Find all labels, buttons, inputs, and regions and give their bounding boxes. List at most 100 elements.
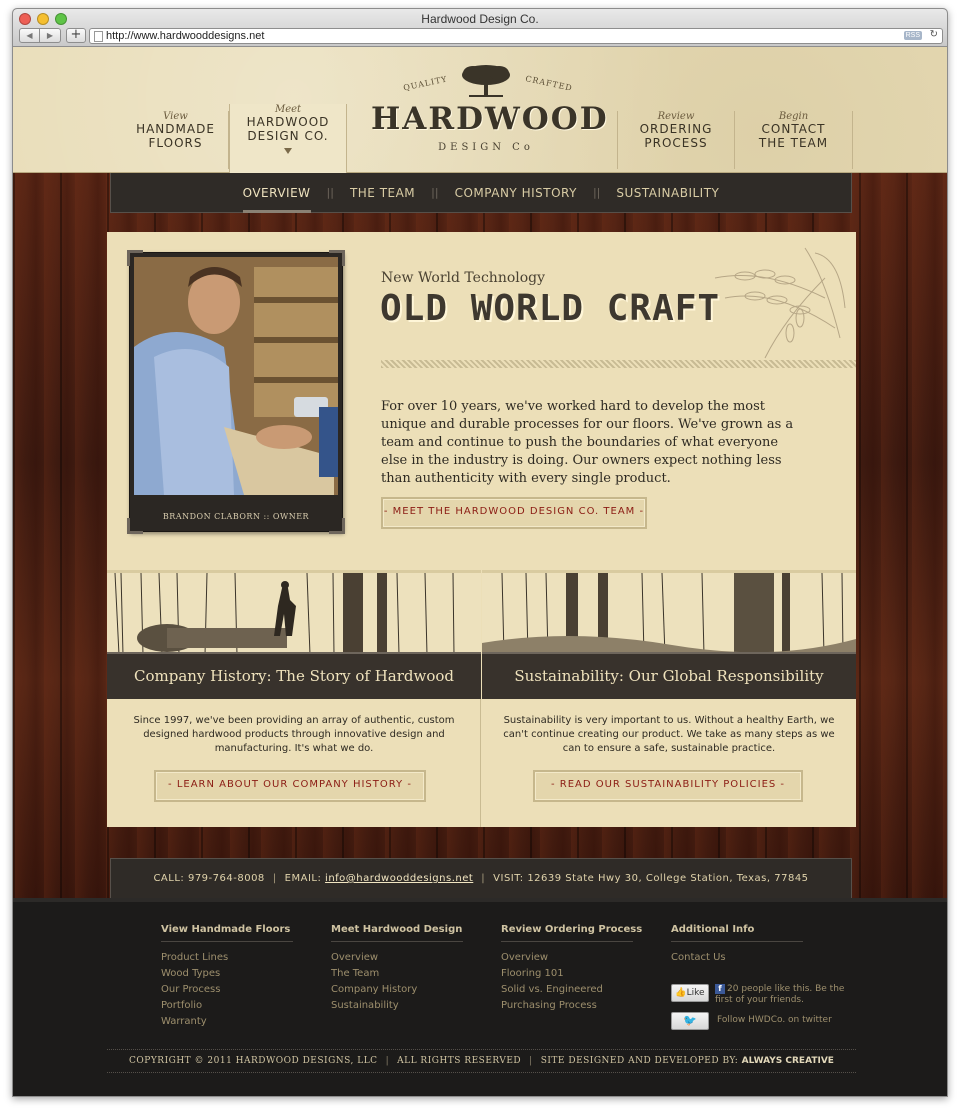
footer-link-warranty[interactable]: Warranty — [161, 1014, 293, 1030]
frame-corner — [329, 518, 345, 534]
designer-link[interactable]: ALWAYS CREATIVE — [742, 1056, 834, 1066]
site-footer: View Handmade Floors Product Lines Wood … — [13, 898, 947, 1096]
subnav-overview[interactable]: OVERVIEW — [233, 173, 321, 213]
nav-label-line2: THE TEAM — [758, 136, 829, 150]
window-title: Hardwood Design Co. — [421, 12, 539, 26]
decorative-stripe — [381, 360, 856, 368]
frame-corner — [127, 518, 143, 534]
add-bookmark-button[interactable]: + — [66, 28, 86, 43]
nav-small-label: View — [163, 111, 188, 122]
subnav-company-history[interactable]: COMPANY HISTORY — [445, 173, 587, 213]
owner-photo — [134, 257, 338, 495]
footer-link-flooring-101[interactable]: Flooring 101 — [501, 966, 633, 982]
contact-separator: | — [272, 873, 277, 884]
subnav-sustainability[interactable]: SUSTAINABILITY — [606, 173, 729, 213]
frame-corner — [127, 250, 143, 266]
nav-begin-contact-team[interactable]: Begin CONTACT THE TEAM — [735, 111, 853, 169]
nav-label-line2: DESIGN CO. — [247, 129, 329, 143]
company-history-column: Company History: The Story of Hardwood S… — [107, 570, 481, 827]
facebook-like-text: f 20 people like this. Be the first of yo… — [715, 984, 855, 1006]
footer-heading: View Handmade Floors — [161, 924, 293, 942]
copyright-separator: | — [529, 1056, 533, 1066]
footer-column-additional: Additional Info Contact Us — [671, 924, 803, 966]
footer-link-portfolio[interactable]: Portfolio — [161, 998, 293, 1014]
contact-separator: | — [481, 873, 486, 884]
hero-headline: OLD WORLD CRAFT — [380, 288, 721, 329]
website: View HANDMADE FLOORS Meet HARDWOOD DESIG… — [13, 47, 947, 1096]
photo-caption: BRANDON CLABORN :: OWNER — [162, 512, 310, 521]
rights-text: ALL RIGHTS RESERVED — [397, 1056, 522, 1066]
company-history-text: Since 1997, we've been providing an arra… — [133, 715, 455, 754]
footer-link-company-history[interactable]: Company History — [331, 982, 463, 998]
nav-review-ordering-process[interactable]: Review ORDERING PROCESS — [617, 111, 735, 169]
forward-button[interactable]: ▶ — [40, 28, 61, 43]
copyright-separator: | — [385, 1056, 390, 1066]
url-text[interactable]: http://www.hardwooddesigns.net — [106, 30, 264, 42]
footer-link-sustainability[interactable]: Sustainability — [331, 998, 463, 1014]
forest-engraving-image — [482, 570, 856, 652]
nav-label-line2: PROCESS — [644, 136, 708, 150]
like-label: Like — [686, 988, 705, 998]
wheat-illustration-icon — [714, 247, 846, 359]
footer-column-ordering: Review Ordering Process Overview Floorin… — [501, 924, 642, 1014]
footer-heading: Meet Hardwood Design — [331, 924, 463, 942]
footer-heading: Review Ordering Process — [501, 924, 642, 942]
footer-column-meet: Meet Hardwood Design Overview The Team C… — [331, 924, 463, 1014]
contact-bar: CALL: 979-764-8008 | EMAIL: info@hardwoodd… — [110, 858, 852, 898]
footer-link-overview[interactable]: Overview — [501, 950, 633, 966]
sub-navigation: OVERVIEW || THE TEAM || COMPANY HISTORY … — [110, 173, 852, 213]
contact-email-link[interactable]: info@hardwooddesigns.net — [325, 873, 473, 884]
twitter-follow-text[interactable]: Follow HWDCo. on twitter — [717, 1015, 832, 1025]
facebook-icon: f — [715, 984, 725, 994]
nav-small-label: Meet — [274, 104, 302, 115]
footer-link-solid-vs-engineered[interactable]: Solid vs. Engineered — [501, 982, 633, 998]
footer-link-our-process[interactable]: Our Process — [161, 982, 293, 998]
company-history-button[interactable]: - LEARN ABOUT OUR COMPANY HISTORY - — [154, 770, 426, 802]
nav-label-line2: FLOORS — [148, 136, 203, 150]
owner-photo-frame: BRANDON CLABORN :: OWNER — [127, 250, 345, 534]
nav-meet-hardwood-design[interactable]: Meet HARDWOOD DESIGN CO. — [229, 104, 347, 173]
sustainability-button[interactable]: - READ OUR SUSTAINABILITY POLICIES - — [533, 770, 803, 802]
wood-background: OVERVIEW || THE TEAM || COMPANY HISTORY … — [13, 173, 947, 898]
frame-corner — [329, 250, 345, 266]
history-buttons: ◀ ▶ — [19, 28, 61, 43]
contact-email-label: EMAIL: — [284, 873, 322, 884]
reload-icon[interactable]: ↻ — [930, 29, 938, 40]
footer-link-wood-types[interactable]: Wood Types — [161, 966, 293, 982]
back-button[interactable]: ◀ — [19, 28, 40, 43]
facebook-like-button[interactable]: 👍Like — [671, 984, 709, 1002]
footer-column-floors: View Handmade Floors Product Lines Wood … — [161, 924, 293, 1030]
copyright-bar: COPYRIGHT © 2011 HARDWOOD DESIGNS, LLC | A… — [107, 1049, 856, 1073]
designed-by-text: SITE DESIGNED AND DEVELOPED BY: — [540, 1056, 739, 1066]
site-logo[interactable]: QUALITY CRAFTED HARDWOOD DESIGN Co — [371, 61, 609, 161]
nav-label-line1: HANDMADE — [136, 122, 215, 136]
nav-small-label: Review — [657, 111, 695, 122]
logo-brand-text: HARDWOOD — [371, 101, 609, 137]
subnav-separator: || — [431, 186, 439, 199]
sustainability-column: Sustainability: Our Global Responsibilit… — [482, 570, 856, 827]
browser-titlebar: Hardwood Design Co. ◀ ▶ + http://www.har… — [13, 9, 947, 47]
active-arrow-icon — [284, 148, 292, 154]
footer-link-overview[interactable]: Overview — [331, 950, 463, 966]
site-header: View HANDMADE FLOORS Meet HARDWOOD DESIG… — [13, 47, 947, 173]
nav-label-line1: CONTACT — [761, 122, 826, 136]
footer-link-contact-us[interactable]: Contact Us — [671, 950, 803, 966]
hero-panel: BRANDON CLABORN :: OWNER New World Techn… — [107, 232, 856, 570]
subnav-separator: || — [592, 186, 601, 199]
footer-link-product-lines[interactable]: Product Lines — [161, 950, 293, 966]
tree-icon — [462, 65, 510, 97]
logo-quality-text: QUALITY — [402, 74, 449, 93]
meet-team-button[interactable]: - MEET THE HARDWOOD DESIGN CO. TEAM - — [381, 497, 647, 529]
twitter-bird-icon: 🐦 — [683, 1014, 697, 1027]
sustainability-title: Sustainability: Our Global Responsibilit… — [482, 652, 856, 699]
address-bar[interactable]: http://www.hardwooddesigns.net RSS ↻ — [89, 28, 943, 44]
nav-view-handmade-floors[interactable]: View HANDMADE FLOORS — [123, 111, 229, 169]
hero-body-text: For over 10 years, we've worked hard to … — [381, 399, 794, 486]
subnav-the-team[interactable]: THE TEAM — [340, 173, 425, 213]
contact-address: VISIT: 12639 State Hwy 30, College Stati… — [493, 873, 809, 884]
twitter-follow-button[interactable]: 🐦 — [671, 1012, 709, 1030]
feature-columns: Company History: The Story of Hardwood S… — [107, 570, 856, 827]
rss-button[interactable]: RSS — [903, 31, 922, 40]
footer-link-purchasing-process[interactable]: Purchasing Process — [501, 998, 633, 1014]
footer-link-the-team[interactable]: The Team — [331, 966, 463, 982]
